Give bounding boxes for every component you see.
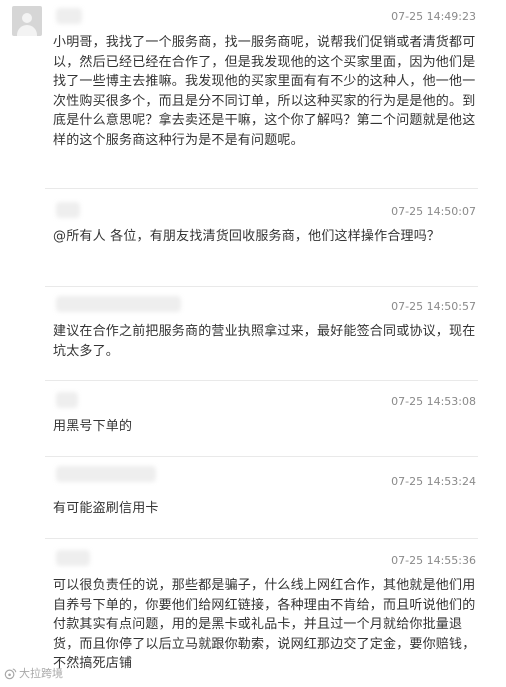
blurred-username (56, 550, 90, 566)
message-timestamp: 07-25 14:53:24 (391, 475, 476, 488)
blurred-username (56, 296, 181, 312)
weibo-logo-icon (4, 667, 17, 679)
message-item: 07-25 14:50:07 @所有人 各位，有朋友找清货回收服务商，他们这样操… (0, 190, 506, 286)
user-avatar[interactable] (12, 6, 42, 36)
message-timestamp: 07-25 14:50:07 (391, 205, 476, 218)
message-divider (45, 188, 478, 189)
message-text: @所有人 各位，有朋友找清货回收服务商，他们这样操作合理吗？ (53, 229, 441, 244)
message-timestamp: 07-25 14:55:36 (391, 554, 476, 567)
watermark-text: 大拉跨境 (19, 667, 63, 680)
message-timestamp: 07-25 14:53:08 (391, 395, 476, 408)
message-thread: 07-25 14:49:23 小明哥，我找了一个服务商，找一服务商呢，说帮我们促… (0, 0, 506, 687)
watermark: 大拉跨境 (4, 665, 63, 681)
message-item: 07-25 14:49:23 小明哥，我找了一个服务商，找一服务商呢，说帮我们促… (0, 0, 506, 190)
message-item: 07-25 14:53:24 有可能盗刷信用卡 (0, 456, 506, 538)
message-item: 07-25 14:55:36 可以很负责任的说，那些都是骗子，什么线上网红合作，… (0, 538, 506, 687)
blurred-username (56, 202, 80, 218)
blurred-username (56, 8, 82, 24)
message-text: 建议在合作之前把服务商的营业执照拿过来，最好能签合同或协议，现在坑太多了。 (53, 324, 476, 359)
message-text: 用黑号下单的 (53, 419, 133, 434)
message-text: 有可能盗刷信用卡 (53, 501, 159, 516)
avatar-body-shape (17, 25, 37, 36)
message-text: 可以很负责任的说，那些都是骗子，什么线上网红合作，其他就是他们用自养号下单的，你… (53, 578, 476, 671)
message-timestamp: 07-25 14:49:23 (391, 10, 476, 23)
message-item: 07-25 14:50:57 建议在合作之前把服务商的营业执照拿过来，最好能签合… (0, 286, 506, 380)
avatar-head-shape (22, 13, 32, 23)
message-timestamp: 07-25 14:50:57 (391, 300, 476, 313)
message-text: 小明哥，我找了一个服务商，找一服务商呢，说帮我们促销或者清货都可以，然后已经已经… (53, 35, 476, 148)
blurred-username (56, 392, 78, 408)
blurred-username (56, 466, 156, 482)
message-item: 07-25 14:53:08 用黑号下单的 (0, 380, 506, 456)
